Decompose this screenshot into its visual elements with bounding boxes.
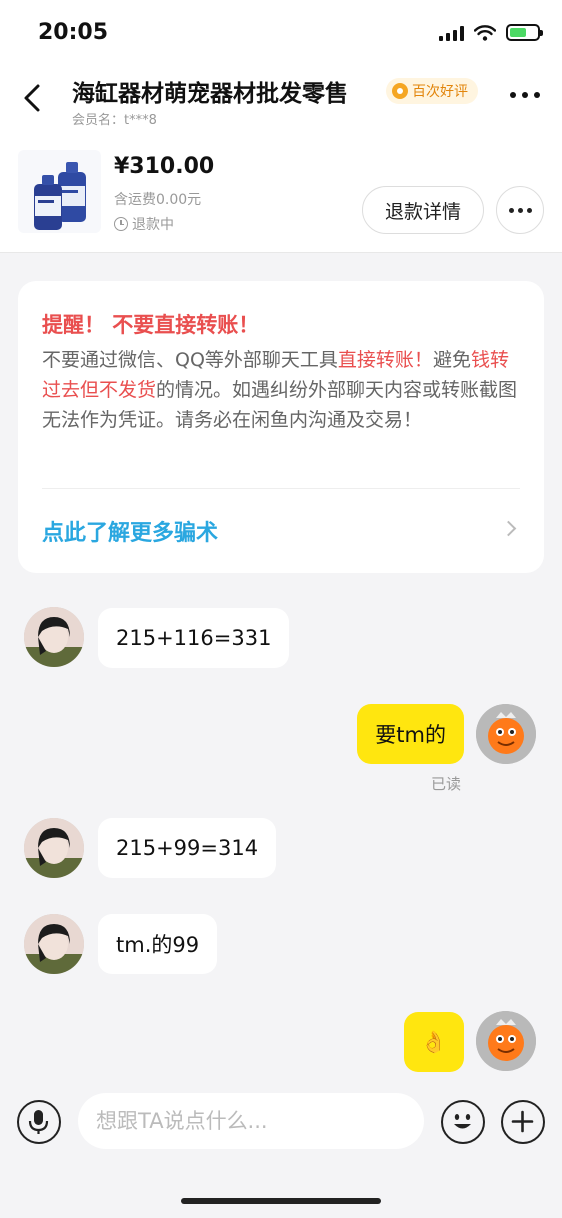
emoji-icon[interactable] — [441, 1100, 485, 1144]
read-status: 已读 — [431, 775, 462, 793]
status-bar: 20:05 — [0, 0, 562, 62]
product-card[interactable]: ¥310.00 含运费0.00元 退款中 退款详情 — [0, 136, 562, 253]
avatar[interactable] — [476, 1011, 536, 1071]
refund-details-button[interactable]: 退款详情 — [362, 186, 484, 234]
anti-fraud-warning-card: 提醒！ 不要直接转账！ 不要通过微信、QQ等外部聊天工具直接转账！避免钱转过去但… — [18, 281, 544, 573]
avatar[interactable] — [24, 818, 84, 878]
learn-scams-link[interactable]: 点此了解更多骗术 — [42, 515, 218, 547]
product-more-button[interactable] — [496, 186, 544, 234]
avatar[interactable] — [476, 704, 536, 764]
review-badge: 百次好评 — [386, 78, 478, 104]
order-status: 退款中 — [114, 214, 174, 234]
status-icons — [439, 24, 543, 41]
message-bubble[interactable]: 要tm的 — [357, 704, 464, 764]
message-bubble[interactable]: 👌 — [404, 1012, 464, 1072]
message-input[interactable] — [78, 1093, 424, 1149]
message-bubble[interactable]: tm.的99 — [98, 914, 218, 974]
wifi-icon — [474, 24, 496, 41]
clock-icon — [114, 217, 128, 231]
avatar[interactable] — [24, 607, 84, 667]
signal-icon — [439, 25, 464, 41]
chevron-right-icon[interactable] — [500, 520, 517, 537]
shop-title[interactable]: 海缸器材萌宠器材批发零售 — [72, 74, 348, 108]
microphone-icon[interactable] — [17, 1100, 61, 1144]
warning-body: 不要通过微信、QQ等外部聊天工具直接转账！避免钱转过去但不发货的情况。如遇纠纷外… — [42, 349, 518, 431]
more-dots-icon[interactable] — [510, 92, 540, 98]
product-thumbnail[interactable] — [18, 150, 101, 233]
shipping-info: 含运费0.00元 — [114, 192, 202, 208]
member-name: 会员名：t***8 — [72, 113, 157, 128]
order-status-label: 退款中 — [132, 217, 174, 233]
battery-icon — [506, 24, 543, 41]
message-bubble[interactable]: 215+116=331 — [98, 608, 290, 668]
review-badge-label: 百次好评 — [412, 84, 468, 100]
home-indicator — [181, 1198, 381, 1204]
divider — [42, 488, 520, 489]
avatar[interactable] — [24, 914, 84, 974]
back-button[interactable] — [16, 80, 52, 116]
medal-icon — [392, 83, 408, 99]
message-bubble[interactable]: 215+99=314 — [98, 818, 277, 878]
status-time: 20:05 — [38, 20, 109, 45]
chat-header: 海缸器材萌宠器材批发零售 百次好评 会员名：t***8 — [0, 62, 562, 136]
plus-icon[interactable] — [501, 1100, 545, 1144]
product-price: ¥310.00 — [114, 154, 215, 179]
warning-title: 提醒！ 不要直接转账！ — [42, 313, 260, 337]
